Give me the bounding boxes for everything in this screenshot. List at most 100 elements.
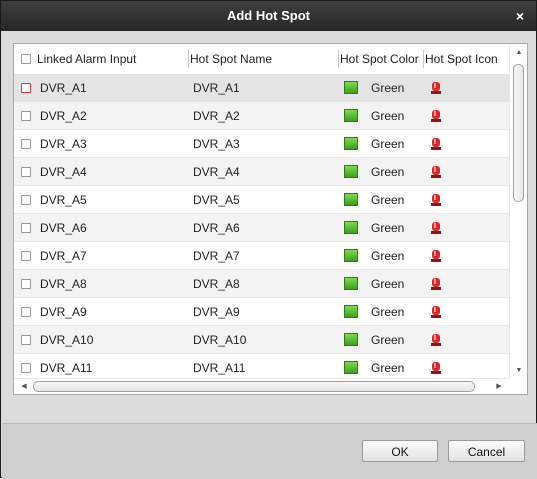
scrollbar-corner (509, 378, 527, 394)
color-swatch (344, 361, 358, 374)
table-body: DVR_A1 DVR_A1 Green DVR_A2 DVR_A2 Green … (14, 74, 509, 380)
alarm-siren-icon (431, 306, 441, 318)
table-row[interactable]: DVR_A5 DVR_A5 Green (14, 186, 509, 214)
column-header-linked-alarm-input[interactable]: Linked Alarm Input (37, 44, 136, 74)
hot-spot-name-cell: DVR_A5 (193, 193, 240, 207)
row-checkbox[interactable] (21, 223, 31, 233)
color-swatch (344, 333, 358, 346)
linked-alarm-input-cell: DVR_A11 (40, 361, 93, 375)
table-row[interactable]: DVR_A4 DVR_A4 Green (14, 158, 509, 186)
hot-spot-color-cell: Green (371, 193, 405, 207)
column-separator (188, 50, 189, 68)
add-hot-spot-dialog: Add Hot Spot × Linked Alarm Input Hot Sp… (0, 0, 537, 479)
color-swatch (344, 165, 358, 178)
scroll-left-icon[interactable]: ◀ (19, 383, 29, 391)
color-swatch (344, 109, 358, 122)
linked-alarm-input-cell: DVR_A8 (40, 277, 87, 291)
table-row[interactable]: DVR_A10 DVR_A10 Green (14, 326, 509, 354)
vertical-scrollbar[interactable]: ▲ ▼ (509, 44, 527, 380)
linked-alarm-input-cell: DVR_A1 (40, 81, 87, 95)
table-row[interactable]: DVR_A7 DVR_A7 Green (14, 242, 509, 270)
select-all-checkbox[interactable] (21, 54, 31, 64)
table-row[interactable]: DVR_A8 DVR_A8 Green (14, 270, 509, 298)
dialog-title: Add Hot Spot (226, 8, 311, 23)
hot-spot-color-cell: Green (371, 109, 405, 123)
hot-spot-color-cell: Green (371, 137, 405, 151)
row-checkbox[interactable] (21, 139, 31, 149)
row-checkbox[interactable] (21, 307, 31, 317)
alarm-siren-icon (431, 138, 441, 150)
linked-alarm-input-cell: DVR_A5 (40, 193, 87, 207)
hot-spot-name-cell: DVR_A7 (193, 249, 240, 263)
hot-spot-name-cell: DVR_A8 (193, 277, 240, 291)
row-checkbox[interactable] (21, 83, 31, 93)
color-swatch (344, 193, 358, 206)
table-row[interactable]: DVR_A2 DVR_A2 Green (14, 102, 509, 130)
color-swatch (344, 81, 358, 94)
hot-spot-color-cell: Green (371, 305, 405, 319)
linked-alarm-input-cell: DVR_A9 (40, 305, 87, 319)
alarm-siren-icon (431, 362, 441, 374)
color-swatch (344, 249, 358, 262)
horizontal-scrollbar[interactable]: ◀ ▶ (14, 378, 527, 394)
table-row[interactable]: DVR_A11 DVR_A11 Green (14, 354, 509, 380)
color-swatch (344, 137, 358, 150)
column-header-hot-spot-color[interactable]: Hot Spot Color (340, 44, 419, 74)
horizontal-scroll-thumb[interactable] (33, 381, 475, 392)
alarm-siren-icon (431, 110, 441, 122)
table-row[interactable]: DVR_A6 DVR_A6 Green (14, 214, 509, 242)
scroll-right-icon[interactable]: ▶ (494, 383, 504, 391)
table-row[interactable]: DVR_A3 DVR_A3 Green (14, 130, 509, 158)
alarm-siren-icon (431, 82, 441, 94)
hot-spot-color-cell: Green (371, 249, 405, 263)
table-header: Linked Alarm Input Hot Spot Name Hot Spo… (14, 44, 509, 74)
dialog-titlebar: Add Hot Spot × (1, 1, 536, 31)
column-separator (423, 50, 424, 68)
hot-spot-color-cell: Green (371, 165, 405, 179)
alarm-siren-icon (431, 334, 441, 346)
scroll-up-icon[interactable]: ▲ (514, 49, 524, 57)
color-swatch (344, 221, 358, 234)
alarm-siren-icon (431, 166, 441, 178)
row-checkbox[interactable] (21, 363, 31, 373)
hot-spot-table: Linked Alarm Input Hot Spot Name Hot Spo… (13, 43, 528, 395)
hot-spot-name-cell: DVR_A11 (193, 361, 246, 375)
hot-spot-name-cell: DVR_A2 (193, 109, 240, 123)
hot-spot-name-cell: DVR_A1 (193, 81, 240, 95)
hot-spot-name-cell: DVR_A3 (193, 137, 240, 151)
alarm-siren-icon (431, 194, 441, 206)
hot-spot-name-cell: DVR_A9 (193, 305, 240, 319)
column-header-hot-spot-name[interactable]: Hot Spot Name (190, 44, 272, 74)
hot-spot-name-cell: DVR_A6 (193, 221, 240, 235)
row-checkbox[interactable] (21, 335, 31, 345)
scroll-down-icon[interactable]: ▼ (514, 367, 524, 375)
row-checkbox[interactable] (21, 195, 31, 205)
row-checkbox[interactable] (21, 251, 31, 261)
hot-spot-color-cell: Green (371, 333, 405, 347)
linked-alarm-input-cell: DVR_A10 (40, 333, 94, 347)
row-checkbox[interactable] (21, 279, 31, 289)
vertical-scroll-thumb[interactable] (513, 64, 524, 202)
close-icon[interactable]: × (512, 1, 528, 31)
table-row[interactable]: DVR_A1 DVR_A1 Green (14, 74, 509, 102)
cancel-button[interactable]: Cancel (448, 440, 525, 462)
ok-button[interactable]: OK (362, 440, 438, 462)
alarm-siren-icon (431, 278, 441, 290)
color-swatch (344, 305, 358, 318)
linked-alarm-input-cell: DVR_A6 (40, 221, 87, 235)
column-separator (338, 50, 339, 68)
linked-alarm-input-cell: DVR_A4 (40, 165, 87, 179)
hot-spot-color-cell: Green (371, 361, 405, 375)
hot-spot-color-cell: Green (371, 277, 405, 291)
hot-spot-name-cell: DVR_A10 (193, 333, 247, 347)
row-checkbox[interactable] (21, 167, 31, 177)
linked-alarm-input-cell: DVR_A2 (40, 109, 87, 123)
column-header-hot-spot-icon[interactable]: Hot Spot Icon (425, 44, 498, 74)
alarm-siren-icon (431, 222, 441, 234)
alarm-siren-icon (431, 250, 441, 262)
hot-spot-color-cell: Green (371, 81, 405, 95)
linked-alarm-input-cell: DVR_A3 (40, 137, 87, 151)
row-checkbox[interactable] (21, 111, 31, 121)
hot-spot-color-cell: Green (371, 221, 405, 235)
table-row[interactable]: DVR_A9 DVR_A9 Green (14, 298, 509, 326)
